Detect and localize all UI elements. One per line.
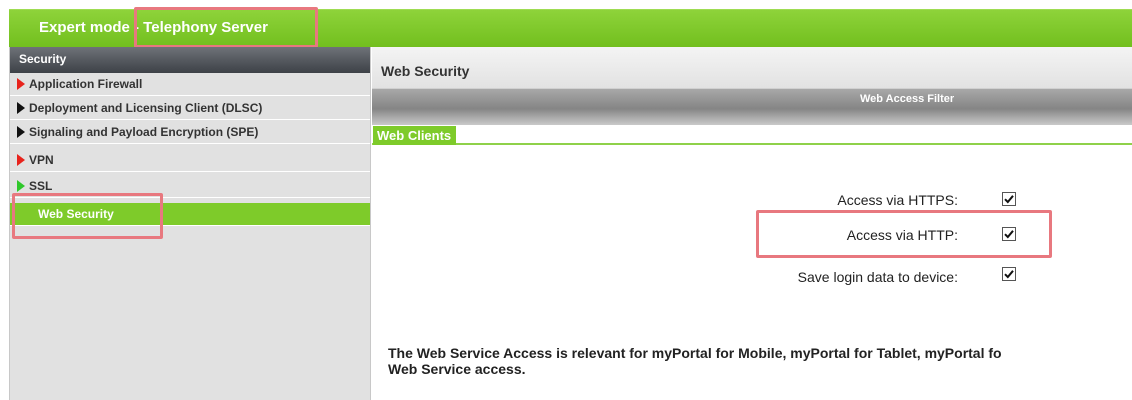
app-header: Expert mode - Telephony Server bbox=[9, 9, 1132, 47]
page-title: Web Security bbox=[381, 63, 470, 79]
sidebar-item-application-firewall[interactable]: Application Firewall bbox=[10, 73, 370, 96]
sidebar-item-label: SSL bbox=[29, 179, 53, 193]
group-title: Web Clients bbox=[373, 126, 457, 145]
http-access-label: Access via HTTP: bbox=[846, 227, 958, 243]
checkmark-icon bbox=[1004, 270, 1014, 279]
save-login-checkbox[interactable] bbox=[1002, 267, 1016, 281]
checkmark-icon bbox=[1004, 195, 1014, 204]
page-title-bar: Web Security bbox=[372, 47, 1132, 89]
sidebar-item-web-security[interactable]: Web Security bbox=[10, 203, 370, 226]
sidebar-item-label: Signaling and Payload Encryption (SPE) bbox=[29, 125, 259, 139]
sidebar-item-label: Deployment and Licensing Client (DLSC) bbox=[29, 101, 263, 115]
arrow-right-icon bbox=[17, 102, 25, 114]
group-divider bbox=[372, 143, 1132, 145]
sidebar-item-label: Application Firewall bbox=[29, 77, 143, 91]
checkmark-icon bbox=[1004, 230, 1014, 239]
sidebar-item-ssl[interactable]: SSL bbox=[10, 175, 370, 198]
info-text-line-2: Web Service access. bbox=[388, 361, 526, 377]
app-title: Expert mode - Telephony Server bbox=[39, 19, 268, 36]
http-access-checkbox[interactable] bbox=[1002, 227, 1016, 241]
save-login-label: Save login data to device: bbox=[797, 269, 958, 285]
sidebar: Security Application Firewall Deployment… bbox=[9, 47, 371, 400]
sidebar-item-dlsc[interactable]: Deployment and Licensing Client (DLSC) bbox=[10, 97, 370, 120]
tab-web-access-filter[interactable]: Web Access Filter bbox=[372, 89, 1132, 125]
arrow-right-icon bbox=[17, 180, 25, 192]
sidebar-heading: Security bbox=[10, 47, 370, 73]
sidebar-item-vpn[interactable]: VPN bbox=[10, 149, 370, 172]
arrow-right-icon bbox=[17, 154, 25, 166]
sidebar-item-spe[interactable]: Signaling and Payload Encryption (SPE) bbox=[10, 121, 370, 144]
arrow-right-icon bbox=[17, 126, 25, 138]
arrow-right-icon bbox=[17, 78, 25, 90]
tab-label: Web Access Filter bbox=[860, 93, 955, 105]
info-text-line-1: The Web Service Access is relevant for m… bbox=[388, 345, 1002, 361]
https-access-checkbox[interactable] bbox=[1002, 192, 1016, 206]
info-text: The Web Service Access is relevant for m… bbox=[388, 345, 1132, 377]
sidebar-item-label: Web Security bbox=[38, 207, 114, 221]
https-access-label: Access via HTTPS: bbox=[837, 192, 958, 208]
sidebar-item-label: VPN bbox=[29, 153, 54, 167]
